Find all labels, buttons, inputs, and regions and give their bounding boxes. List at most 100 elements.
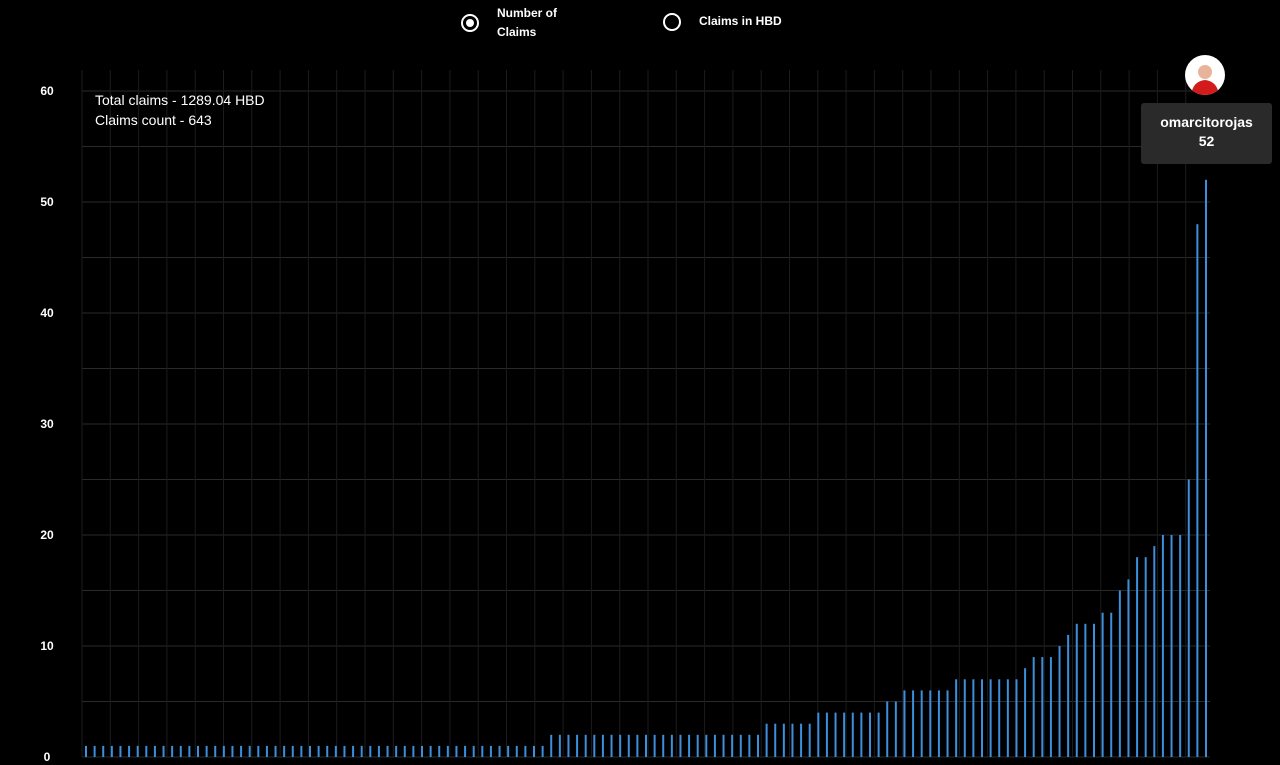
bar[interactable] — [955, 679, 958, 757]
bar[interactable] — [1161, 535, 1164, 757]
bar[interactable] — [1067, 634, 1070, 757]
bar[interactable] — [679, 734, 682, 757]
bar[interactable] — [403, 745, 406, 757]
bar[interactable] — [662, 734, 665, 757]
bar[interactable] — [205, 745, 208, 757]
bar[interactable] — [360, 745, 363, 757]
bar[interactable] — [1205, 179, 1207, 758]
bar[interactable] — [1110, 612, 1113, 757]
bar[interactable] — [541, 745, 544, 757]
bar[interactable] — [869, 712, 871, 757]
bar[interactable] — [1187, 479, 1190, 758]
bar[interactable] — [498, 745, 501, 757]
bar[interactable] — [713, 734, 716, 757]
bar[interactable] — [102, 745, 105, 757]
bar[interactable] — [421, 745, 423, 757]
bar[interactable] — [757, 734, 759, 757]
bar[interactable] — [696, 734, 699, 757]
bar[interactable] — [929, 690, 932, 757]
bar[interactable] — [352, 745, 355, 757]
bar[interactable] — [834, 712, 837, 757]
bar[interactable] — [1032, 657, 1035, 757]
bar[interactable] — [705, 734, 708, 757]
bar[interactable] — [1153, 546, 1156, 757]
bar[interactable] — [937, 690, 940, 757]
bar[interactable] — [1093, 623, 1095, 757]
bar[interactable] — [395, 745, 398, 757]
bar[interactable] — [843, 712, 846, 757]
bar[interactable] — [507, 745, 510, 757]
bar[interactable] — [1084, 623, 1087, 757]
bar[interactable] — [1041, 657, 1044, 757]
bar[interactable] — [817, 712, 820, 757]
bar[interactable] — [903, 690, 906, 757]
bar[interactable] — [1075, 623, 1078, 757]
bar[interactable] — [748, 734, 751, 757]
bar[interactable] — [334, 745, 337, 757]
bar[interactable] — [533, 745, 535, 757]
bar[interactable] — [317, 745, 320, 757]
bar[interactable] — [240, 745, 243, 757]
bar[interactable] — [524, 745, 527, 757]
bar[interactable] — [455, 745, 458, 757]
bar[interactable] — [1049, 657, 1052, 757]
bar[interactable] — [653, 734, 656, 757]
bar[interactable] — [1015, 679, 1018, 757]
bar[interactable] — [791, 723, 794, 757]
bar[interactable] — [886, 701, 889, 758]
bar[interactable] — [188, 745, 191, 757]
bar[interactable] — [688, 734, 691, 757]
bar[interactable] — [627, 734, 630, 757]
bar[interactable] — [145, 745, 148, 757]
bar[interactable] — [576, 734, 579, 757]
bar[interactable] — [326, 745, 329, 757]
bar[interactable] — [1179, 535, 1182, 757]
bar[interactable] — [550, 734, 553, 757]
bar[interactable] — [300, 745, 303, 757]
bar[interactable] — [584, 734, 587, 757]
bar[interactable] — [731, 734, 734, 757]
bar[interactable] — [153, 745, 156, 757]
bar[interactable] — [593, 734, 596, 757]
bar[interactable] — [1170, 535, 1173, 757]
bar[interactable] — [214, 745, 217, 757]
bar[interactable] — [739, 734, 742, 757]
bar[interactable] — [369, 745, 372, 757]
bar[interactable] — [248, 745, 251, 757]
bar[interactable] — [1101, 612, 1104, 757]
bar[interactable] — [963, 679, 966, 757]
bar[interactable] — [1024, 668, 1027, 757]
bar[interactable] — [119, 745, 122, 757]
bar[interactable] — [412, 745, 415, 757]
bar[interactable] — [782, 723, 785, 757]
bar[interactable] — [343, 745, 346, 757]
bar[interactable] — [1196, 224, 1199, 757]
bar[interactable] — [989, 679, 992, 757]
bar[interactable] — [489, 745, 492, 757]
bar[interactable] — [179, 745, 182, 757]
bar[interactable] — [128, 745, 131, 757]
bar[interactable] — [825, 712, 828, 757]
bar[interactable] — [265, 745, 268, 757]
bar[interactable] — [446, 745, 449, 757]
bar[interactable] — [222, 745, 225, 757]
bar[interactable] — [472, 745, 475, 757]
bar[interactable] — [85, 745, 87, 757]
bar[interactable] — [291, 745, 294, 757]
bar[interactable] — [774, 723, 777, 757]
bar[interactable] — [162, 745, 165, 757]
bar[interactable] — [567, 734, 570, 757]
bar[interactable] — [481, 745, 484, 757]
bar[interactable] — [274, 745, 277, 757]
bar[interactable] — [645, 734, 647, 757]
bar[interactable] — [1058, 646, 1061, 757]
bar[interactable] — [998, 679, 1001, 757]
bar[interactable] — [765, 723, 768, 757]
bar[interactable] — [610, 734, 613, 757]
bar[interactable] — [438, 745, 441, 757]
bar[interactable] — [877, 712, 880, 757]
bar[interactable] — [636, 734, 639, 757]
bar[interactable] — [670, 734, 673, 757]
bar[interactable] — [136, 745, 139, 757]
bar[interactable] — [515, 745, 518, 757]
